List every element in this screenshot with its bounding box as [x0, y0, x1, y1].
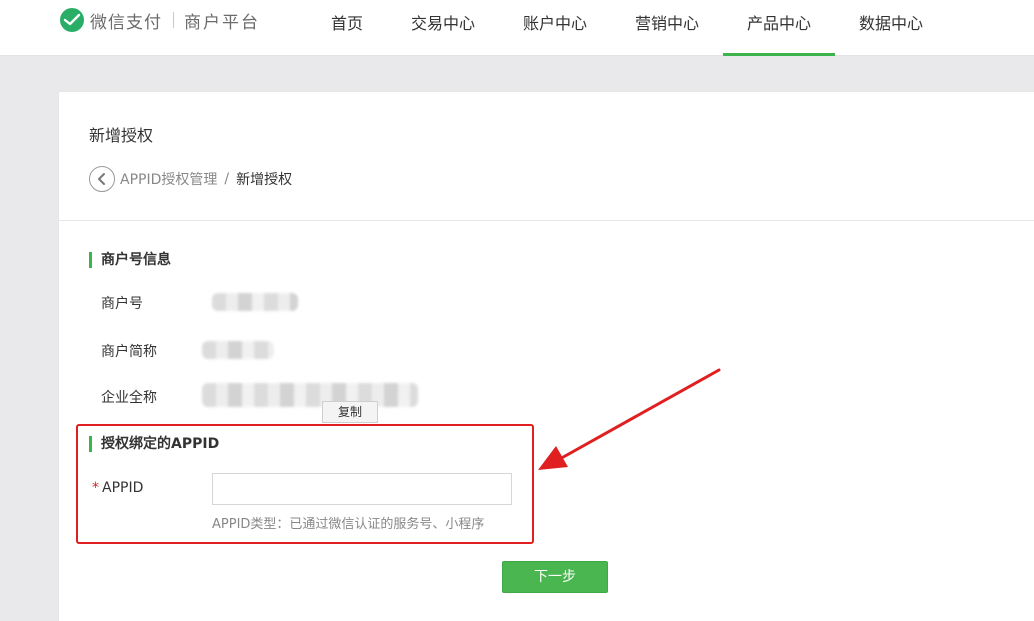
breadcrumb-separator: / [224, 171, 230, 187]
appid-type-hint: APPID类型：已通过微信认证的服务号、小程序 [212, 517, 485, 532]
page-title: 新增授权 [89, 126, 154, 145]
nav-transactions[interactable]: 交易中心 [387, 0, 499, 56]
copy-button[interactable]: 复制 [322, 401, 378, 423]
merchant-id-value-redacted [212, 293, 298, 311]
main-card: 新增授权 APPID授权管理 / 新增授权 商户号信息 商户号 商户简称 企业全… [58, 91, 1034, 621]
company-full-name-label: 企业全称 [101, 390, 157, 406]
breadcrumb-parent-link[interactable]: APPID授权管理 [120, 169, 217, 189]
nav-account[interactable]: 账户中心 [499, 0, 611, 56]
merchant-short-name-value-redacted [202, 341, 274, 359]
appid-label-text: APPID [102, 480, 144, 496]
nav-data[interactable]: 数据中心 [835, 0, 947, 56]
header-divider [59, 220, 1034, 221]
brand-name: 微信支付 [90, 12, 162, 33]
back-chevron-icon[interactable] [89, 166, 115, 192]
next-step-button[interactable]: 下一步 [502, 561, 608, 593]
nav-products[interactable]: 产品中心 [723, 0, 835, 56]
brand[interactable]: 微信支付 商户平台 [60, 7, 260, 33]
breadcrumb: APPID授权管理 / 新增授权 [89, 165, 292, 193]
appid-input[interactable] [212, 473, 512, 505]
wechat-pay-logo-icon [60, 8, 84, 32]
merchant-id-label: 商户号 [101, 296, 143, 312]
appid-label: * APPID [92, 480, 143, 496]
brand-divider [173, 12, 174, 28]
brand-subtitle: 商户平台 [184, 12, 260, 33]
nav-marketing[interactable]: 营销中心 [611, 0, 723, 56]
top-navigation-bar: 微信支付 商户平台 首页 交易中心 账户中心 营销中心 产品中心 数据中心 [0, 0, 1034, 56]
breadcrumb-current: 新增授权 [236, 172, 293, 188]
merchant-short-name-label: 商户简称 [101, 344, 157, 360]
required-mark: * [92, 480, 99, 496]
appid-section-title: 授权绑定的APPID [89, 436, 219, 452]
company-full-name-value-redacted [202, 383, 418, 407]
merchant-info-section-title: 商户号信息 [89, 252, 171, 268]
